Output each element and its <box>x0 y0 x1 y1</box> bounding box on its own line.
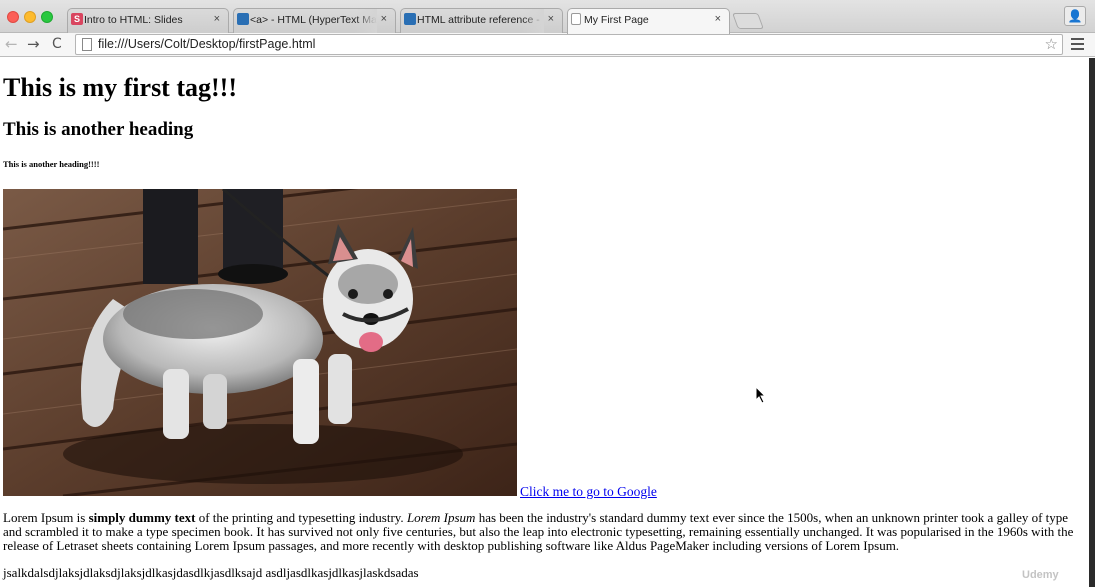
lorem-paragraph: Lorem Ipsum is simply dummy text of the … <box>3 510 1074 553</box>
close-tab-icon[interactable]: × <box>214 13 220 25</box>
page-heading-h1: This is my first tag!!! <box>3 73 237 102</box>
tab-title: Intro to HTML: Slides <box>84 14 183 26</box>
window-close-button[interactable] <box>7 11 19 23</box>
google-link[interactable]: Click me to go to Google <box>520 484 657 500</box>
close-tab-icon[interactable]: × <box>715 13 721 25</box>
bold-text: simply dummy text <box>88 510 196 525</box>
tab-attribute-reference[interactable]: HTML attribute reference - × <box>400 8 563 33</box>
page-icon <box>82 38 92 51</box>
bookmark-star-icon[interactable]: ☆ <box>1045 35 1058 53</box>
profile-icon[interactable]: 👤 <box>1064 6 1086 26</box>
mouse-cursor-icon <box>755 386 767 404</box>
tab-title: My First Page <box>584 14 649 26</box>
udemy-watermark: Udemy <box>1022 569 1059 581</box>
url-text[interactable]: file:///Users/Colt/Desktop/firstPage.htm… <box>98 37 315 51</box>
tab-bar: S Intro to HTML: Slides × <a> - HTML (Hy… <box>0 0 1095 34</box>
browser-toolbar: ← → C file:///Users/Colt/Desktop/firstPa… <box>0 33 1095 57</box>
close-tab-icon[interactable]: × <box>548 13 554 25</box>
window-minimize-button[interactable] <box>24 11 36 23</box>
page-heading-h2: This is another heading <box>3 119 194 140</box>
back-arrow-icon[interactable]: ← <box>5 35 18 53</box>
page-heading-h6: This is another heading!!!! <box>3 159 100 169</box>
tab-intro-slides[interactable]: S Intro to HTML: Slides × <box>67 8 229 33</box>
tab-my-first-page[interactable]: My First Page × <box>567 8 730 34</box>
new-tab-button[interactable] <box>732 13 764 29</box>
window-maximize-button[interactable] <box>41 11 53 23</box>
husky-photo <box>3 189 517 496</box>
tab-anchor-mdn[interactable]: <a> - HTML (HyperText Ma × <box>233 8 396 33</box>
close-tab-icon[interactable]: × <box>381 13 387 25</box>
reload-icon[interactable]: C <box>52 35 62 53</box>
mdn-icon <box>237 13 249 25</box>
mdn-icon <box>404 13 416 25</box>
forward-arrow-icon[interactable]: → <box>27 35 40 53</box>
page-viewport: This is my first tag!!! This is another … <box>0 58 1089 587</box>
document-icon <box>571 13 581 25</box>
address-bar[interactable]: file:///Users/Colt/Desktop/firstPage.htm… <box>75 34 1063 55</box>
menu-hamburger-icon[interactable] <box>1071 38 1084 50</box>
gibberish-text: jsalkdalsdjlaksjdlaksdjlaksjdlkasjdasdlk… <box>3 565 419 580</box>
right-edge-bar <box>1089 58 1095 587</box>
slides-icon: S <box>71 13 83 25</box>
italic-text: Lorem Ipsum <box>406 510 476 525</box>
